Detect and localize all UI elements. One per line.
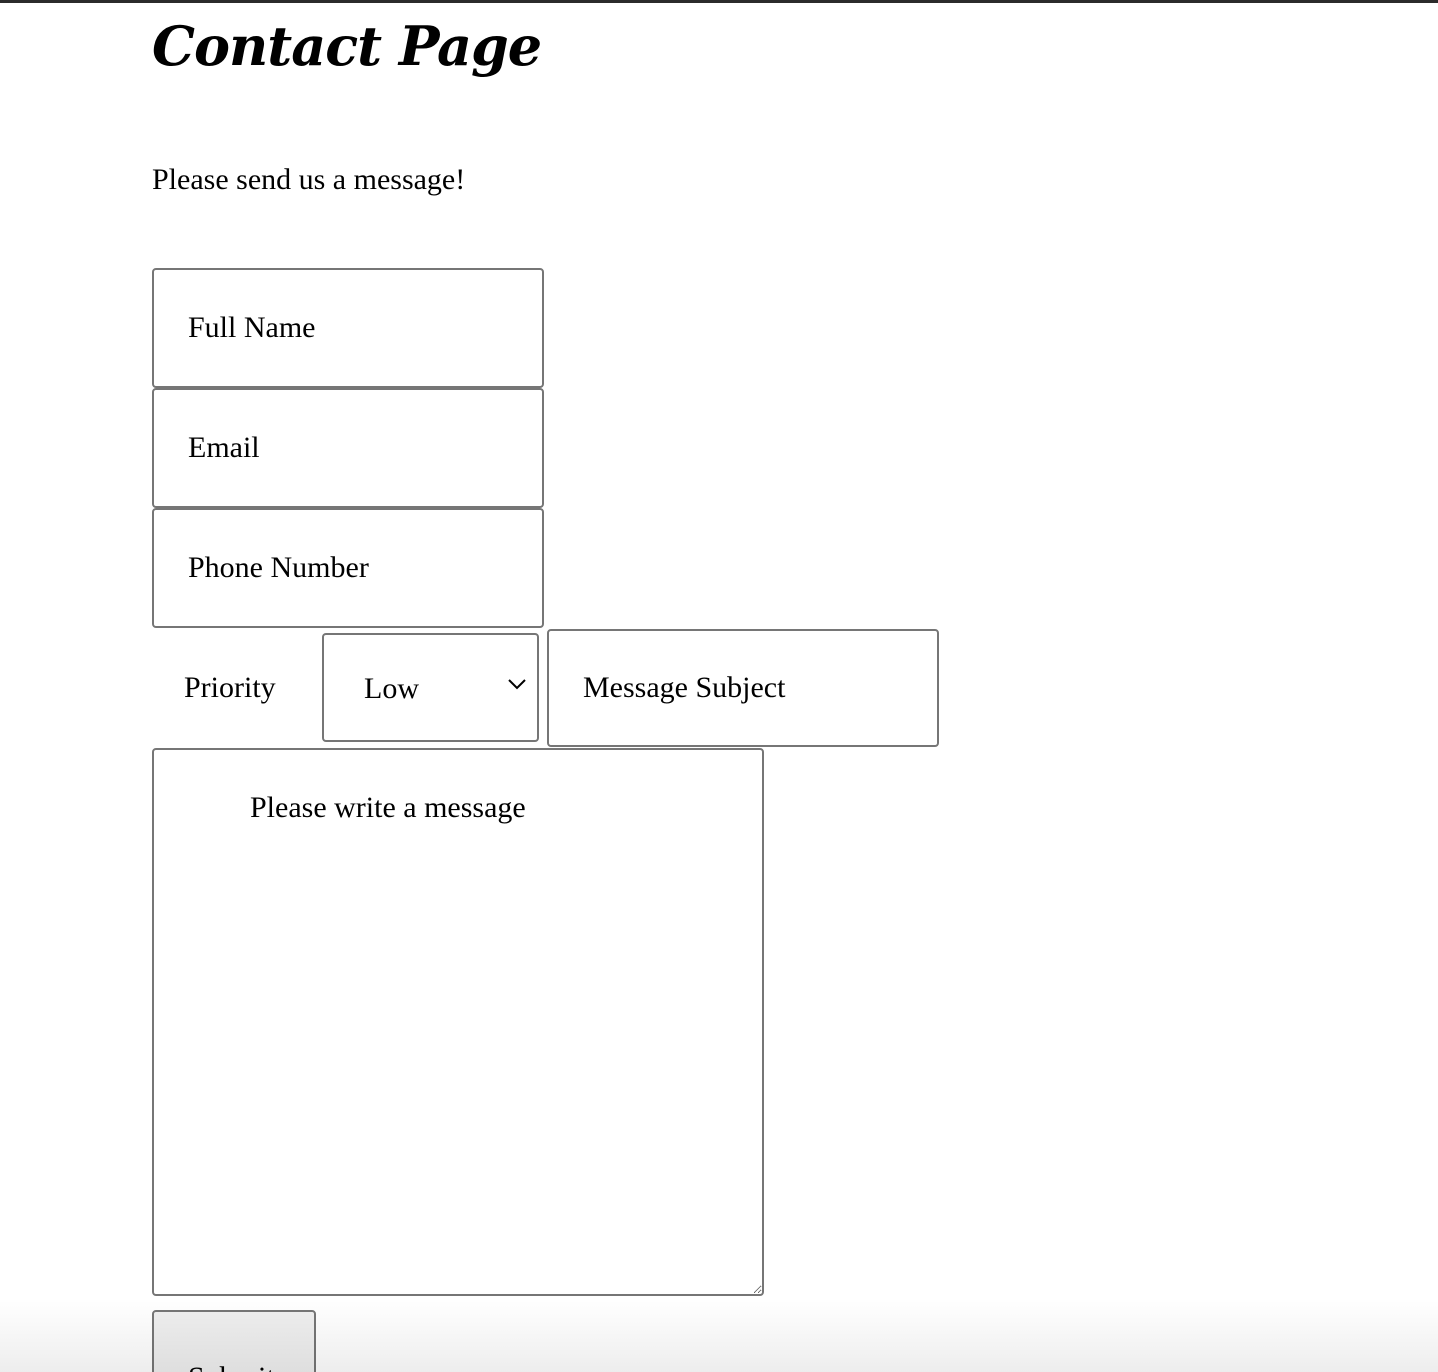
chevron-down-icon — [508, 679, 526, 690]
priority-selected-value: Low — [364, 672, 419, 705]
submit-button[interactable]: Submit — [152, 1310, 316, 1372]
priority-select[interactable]: Low — [322, 633, 539, 742]
phone-number-input[interactable] — [152, 508, 544, 628]
full-name-input[interactable] — [152, 268, 544, 388]
top-border — [0, 0, 1438, 3]
priority-label: Priority — [184, 671, 276, 704]
message-textarea[interactable] — [152, 748, 764, 1296]
page-title: Contact Page — [152, 14, 542, 78]
email-input[interactable] — [152, 388, 544, 508]
message-subject-input[interactable] — [547, 629, 939, 747]
intro-text: Please send us a message! — [152, 163, 466, 196]
